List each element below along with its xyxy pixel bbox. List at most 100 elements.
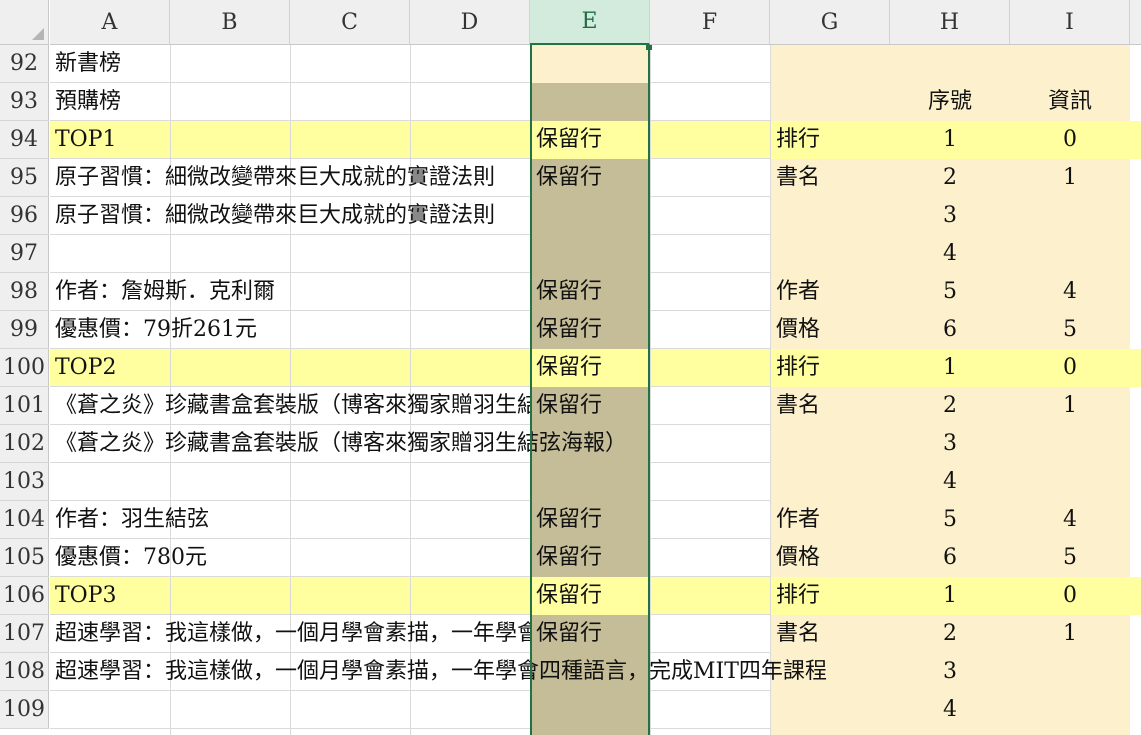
row-header[interactable]: 105	[0, 539, 49, 577]
cell-g[interactable]: 排行	[776, 349, 820, 387]
row-header[interactable]: 103	[0, 463, 49, 501]
cell-i[interactable]: 1	[1010, 387, 1130, 425]
cell-g[interactable]: 排行	[776, 121, 820, 159]
cell-h[interactable]: 3	[890, 197, 1010, 235]
cell-g[interactable]: 排行	[776, 577, 820, 615]
cell-i[interactable]: 4	[1010, 273, 1130, 311]
cell-a[interactable]: 作者：詹姆斯．克利爾	[55, 273, 530, 311]
cell-g[interactable]: 書名	[776, 615, 820, 653]
row-header[interactable]: 94	[0, 121, 49, 159]
cell-a[interactable]: 超速學習：我這樣做，一個月學會素描，一年學會四種語言，完成MIT四年課程	[55, 615, 530, 653]
cell-i[interactable]: 1	[1010, 615, 1130, 653]
row-header[interactable]: 106	[0, 577, 49, 615]
cell-a[interactable]: 超速學習：我這樣做，一個月學會素描，一年學會四種語言，完成MIT四年課程	[55, 653, 827, 691]
cell-g[interactable]: 書名	[776, 159, 820, 197]
cell-h[interactable]: 2	[890, 387, 1010, 425]
cell-a[interactable]: 原子習慣：細微改變帶來巨大成就的實證法則	[55, 159, 530, 197]
column-header-e[interactable]: E	[530, 0, 650, 45]
gridline-horizontal	[650, 576, 770, 577]
row-header[interactable]: 109	[0, 691, 49, 729]
row-header[interactable]: 100	[0, 349, 49, 387]
row-header[interactable]: 96	[0, 197, 49, 235]
cell-i[interactable]: 0	[1010, 349, 1130, 387]
gridline-horizontal	[650, 386, 770, 387]
cell-h[interactable]: 1	[890, 121, 1010, 159]
cell-g[interactable]: 價格	[776, 539, 820, 577]
gridline-horizontal	[50, 82, 530, 83]
selected-column-outline	[530, 45, 650, 735]
cell-a[interactable]: TOP1	[55, 121, 530, 159]
gridline-horizontal	[650, 310, 770, 311]
row-header[interactable]: 99	[0, 311, 49, 349]
gridline-horizontal	[650, 538, 770, 539]
cell-a[interactable]: 預購榜	[55, 83, 121, 121]
row-header[interactable]: 102	[0, 425, 49, 463]
cell-h[interactable]: 序號	[890, 83, 1010, 121]
cell-grid[interactable]: 新書榜 預購榜 序號 資訊 TOP1 保留行 排行 1 0 原子習慣：細微改變帶來巨大成就的實證法…	[50, 45, 1141, 735]
cell-a[interactable]: 新書榜	[55, 45, 121, 83]
row-header[interactable]: 104	[0, 501, 49, 539]
gridline-vertical	[770, 45, 771, 735]
cell-a[interactable]: TOP2	[55, 349, 530, 387]
cell-h[interactable]: 1	[890, 349, 1010, 387]
gridline-horizontal	[650, 462, 770, 463]
cell-i[interactable]: 5	[1010, 539, 1130, 577]
cell-h[interactable]: 6	[890, 539, 1010, 577]
column-header-d[interactable]: D	[410, 0, 530, 45]
cell-h[interactable]: 2	[890, 615, 1010, 653]
row-header[interactable]: 108	[0, 653, 49, 691]
column-header-h[interactable]: H	[890, 0, 1010, 45]
gridline-horizontal	[650, 120, 770, 121]
spreadsheet: ABCDEFGHI 92 93 94 95 96 97 98 99 100 101 102 103 10…	[0, 0, 1141, 735]
cell-g[interactable]: 作者	[776, 501, 820, 539]
cell-i[interactable]: 0	[1010, 577, 1130, 615]
cell-h[interactable]: 1	[890, 577, 1010, 615]
cell-a[interactable]: 作者：羽生結弦	[55, 501, 530, 539]
cell-a[interactable]: 原子習慣：細微改變帶來巨大成就的實證法則	[55, 197, 495, 235]
row-header[interactable]: 98	[0, 273, 49, 311]
cell-g[interactable]: 價格	[776, 311, 820, 349]
column-header-b[interactable]: B	[170, 0, 290, 45]
gridline-horizontal	[650, 614, 770, 615]
gridline-horizontal	[650, 158, 770, 159]
row-header[interactable]: 97	[0, 235, 49, 273]
gridline-horizontal	[650, 728, 770, 729]
cell-i[interactable]: 4	[1010, 501, 1130, 539]
cell-h[interactable]: 4	[890, 235, 1010, 273]
cell-g[interactable]: 書名	[776, 387, 820, 425]
column-header-i[interactable]: I	[1010, 0, 1130, 45]
row-header[interactable]: 101	[0, 387, 49, 425]
cell-h[interactable]: 6	[890, 311, 1010, 349]
column-header-f[interactable]: F	[650, 0, 770, 45]
cell-i[interactable]: 5	[1010, 311, 1130, 349]
row-header[interactable]: 95	[0, 159, 49, 197]
column-header-partial	[1130, 0, 1141, 45]
row-header[interactable]: 92	[0, 45, 49, 83]
cell-h[interactable]: 4	[890, 463, 1010, 501]
cell-h[interactable]: 3	[890, 425, 1010, 463]
gridline-horizontal	[50, 728, 530, 729]
cell-a[interactable]: TOP3	[55, 577, 530, 615]
cell-a[interactable]: 《蒼之炎》珍藏書盒套裝版（博客來獨家贈羽生結弦海報）	[55, 387, 530, 425]
gridline-horizontal	[650, 196, 770, 197]
cell-i[interactable]: 資訊	[1010, 83, 1130, 121]
cell-i[interactable]: 0	[1010, 121, 1130, 159]
row-header[interactable]: 93	[0, 83, 49, 121]
gridline-horizontal	[650, 272, 770, 273]
select-all-corner[interactable]	[0, 0, 49, 45]
column-header-a[interactable]: A	[50, 0, 170, 45]
cell-i[interactable]: 1	[1010, 159, 1130, 197]
cell-a[interactable]: 優惠價：79折261元	[55, 311, 530, 349]
cell-h[interactable]: 3	[890, 653, 1010, 691]
cell-g[interactable]: 作者	[776, 273, 820, 311]
gridline-horizontal	[650, 348, 770, 349]
column-header-c[interactable]: C	[290, 0, 410, 45]
cell-h[interactable]: 4	[890, 691, 1010, 729]
row-header[interactable]: 107	[0, 615, 49, 653]
fill-handle[interactable]	[646, 45, 652, 50]
cell-a[interactable]: 優惠價：780元	[55, 539, 530, 577]
column-header-g[interactable]: G	[770, 0, 890, 45]
cell-h[interactable]: 2	[890, 159, 1010, 197]
cell-h[interactable]: 5	[890, 273, 1010, 311]
cell-h[interactable]: 5	[890, 501, 1010, 539]
